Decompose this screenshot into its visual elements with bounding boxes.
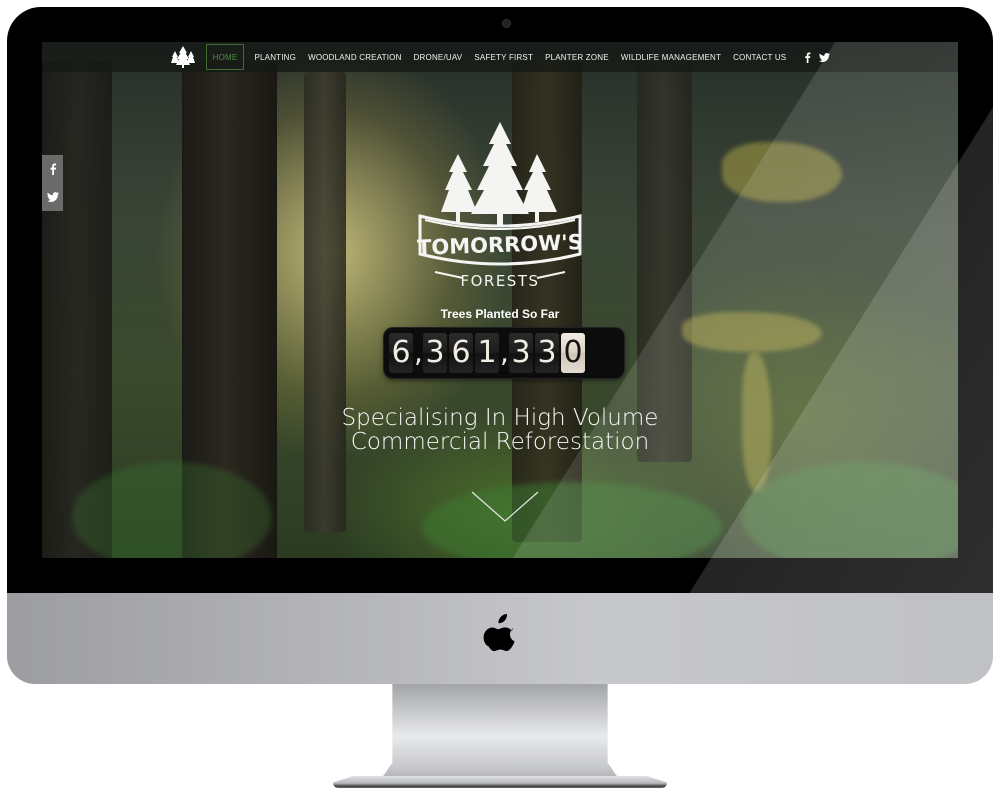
tree-logo-icon[interactable] xyxy=(170,46,196,68)
counter-digit: 6 xyxy=(389,333,413,373)
background-tree xyxy=(637,62,692,462)
website-screen: HOME PLANTING WOODLAND CREATION DRONE/UA… xyxy=(42,42,958,558)
hero-tagline: Specialising In High Volume Commercial R… xyxy=(42,406,958,454)
counter-digit: 1 xyxy=(475,333,499,373)
counter-separator: , xyxy=(500,336,509,369)
facebook-icon[interactable] xyxy=(802,51,813,63)
counter-separator: , xyxy=(414,336,423,369)
tagline-line1: Specialising In High Volume xyxy=(341,405,659,431)
background-fern xyxy=(742,462,958,558)
background-fern xyxy=(422,482,722,558)
counter-digit: 3 xyxy=(535,333,559,373)
nav-item-woodland-creation[interactable]: WOODLAND CREATION xyxy=(302,45,407,69)
counter-digit: 6 xyxy=(449,333,473,373)
tagline-line2: Commercial Reforestation xyxy=(350,429,650,455)
nav-item-planter-zone[interactable]: PLANTER ZONE xyxy=(539,45,615,69)
counter-digit: 3 xyxy=(423,333,447,373)
pine-trees-icon xyxy=(441,122,557,226)
nav-item-wildlife-management[interactable]: WILDLIFE MANAGEMENT xyxy=(615,45,727,69)
background-moss xyxy=(722,142,842,202)
side-social-bar xyxy=(42,155,63,211)
twitter-icon[interactable] xyxy=(819,52,831,63)
logo-line1: TOMORROW'S xyxy=(417,230,584,260)
tomorrows-forests-logo: TOMORROW'S FORESTS xyxy=(417,122,584,290)
apple-logo-icon xyxy=(483,613,515,652)
logo-line2: FORESTS xyxy=(460,272,539,290)
camera-icon xyxy=(502,19,511,28)
nav-item-planting[interactable]: PLANTING xyxy=(248,45,302,69)
counter-digit-rolling: 0 xyxy=(561,333,585,373)
background-tree xyxy=(304,72,346,532)
monitor-stand-base xyxy=(333,776,667,788)
top-navigation: HOME PLANTING WOODLAND CREATION DRONE/UA… xyxy=(42,42,958,72)
trees-planted-counter: 6 , 3 6 1 , 3 3 0 xyxy=(384,328,624,378)
nav-item-home[interactable]: HOME xyxy=(205,44,245,70)
nav-item-safety-first[interactable]: SAFETY FIRST xyxy=(468,45,539,69)
counter-label: Trees Planted So Far xyxy=(440,307,560,321)
nav-social-links xyxy=(796,51,831,63)
facebook-icon[interactable] xyxy=(47,163,59,175)
monitor-stand xyxy=(383,684,617,777)
scroll-down-chevron-icon[interactable] xyxy=(470,490,540,524)
twitter-icon[interactable] xyxy=(46,191,59,203)
nav-item-drone-uav[interactable]: DRONE/UAV xyxy=(408,45,469,69)
counter-digit: 3 xyxy=(509,333,533,373)
nav-item-contact-us[interactable]: CONTACT US xyxy=(727,45,792,69)
